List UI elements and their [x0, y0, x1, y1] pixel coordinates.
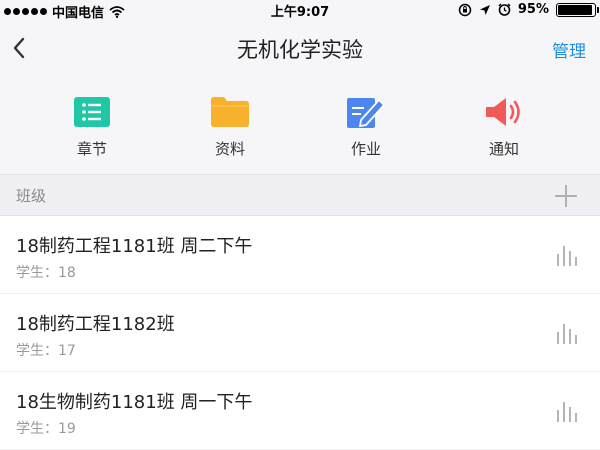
class-row[interactable]: 18制药工程1181班 周二下午 学生：18 [0, 216, 600, 294]
materials-label: 资料 [214, 140, 245, 158]
page-title: 无机化学实验 [237, 38, 363, 62]
class-list: 18制药工程1181班 周二下午 学生：18 18制药工程1182班 学生：17… [0, 216, 600, 450]
notice-label: 通知 [488, 140, 519, 158]
battery-percent: 95% [517, 2, 549, 17]
class-section-header: 班级 [0, 174, 600, 216]
class-student-count: 学生：18 [16, 265, 76, 281]
battery-icon [556, 2, 599, 17]
status-bar: 中国电信 上午9:07 95% [0, 0, 600, 21]
homework-label: 作业 [350, 140, 381, 158]
bar-chart-icon[interactable] [554, 244, 578, 266]
chapters-button[interactable]: 章节 [42, 94, 142, 159]
alarm-icon [498, 3, 511, 16]
list-icon [72, 94, 112, 130]
app-screen: 中国电信 上午9:07 95% 无机化学实验 管理 章节 资料 作业 通知 班级… [0, 0, 600, 450]
chapters-label: 章节 [76, 140, 107, 158]
section-title: 班级 [16, 187, 47, 205]
nav-bar: 无机化学实验 管理 [0, 20, 600, 76]
homework-button[interactable]: 作业 [316, 94, 416, 159]
bar-chart-icon[interactable] [554, 400, 578, 422]
class-row[interactable]: 18生物制药1181班 周一下午 学生：19 [0, 372, 600, 450]
folder-icon [210, 94, 250, 130]
quick-actions: 章节 资料 作业 通知 [0, 76, 600, 174]
edit-icon [346, 94, 386, 130]
megaphone-icon [484, 94, 524, 130]
plus-icon [555, 185, 577, 207]
class-name: 18生物制药1181班 周一下午 [16, 392, 253, 413]
notice-button[interactable]: 通知 [454, 94, 554, 159]
add-class-button[interactable] [554, 184, 578, 208]
class-name: 18制药工程1182班 [16, 314, 175, 335]
materials-button[interactable]: 资料 [180, 94, 280, 159]
battery-fill [558, 4, 593, 15]
lock-rotation-icon [458, 3, 472, 16]
status-right: 95% [458, 2, 599, 17]
location-icon [479, 4, 490, 15]
class-row[interactable]: 18制药工程1182班 学生：17 [0, 294, 600, 372]
class-student-count: 学生：19 [16, 421, 76, 437]
class-student-count: 学生：17 [16, 343, 76, 359]
bar-chart-icon[interactable] [554, 322, 578, 344]
class-name: 18制药工程1181班 周二下午 [16, 236, 253, 257]
manage-button[interactable]: 管理 [552, 37, 586, 62]
